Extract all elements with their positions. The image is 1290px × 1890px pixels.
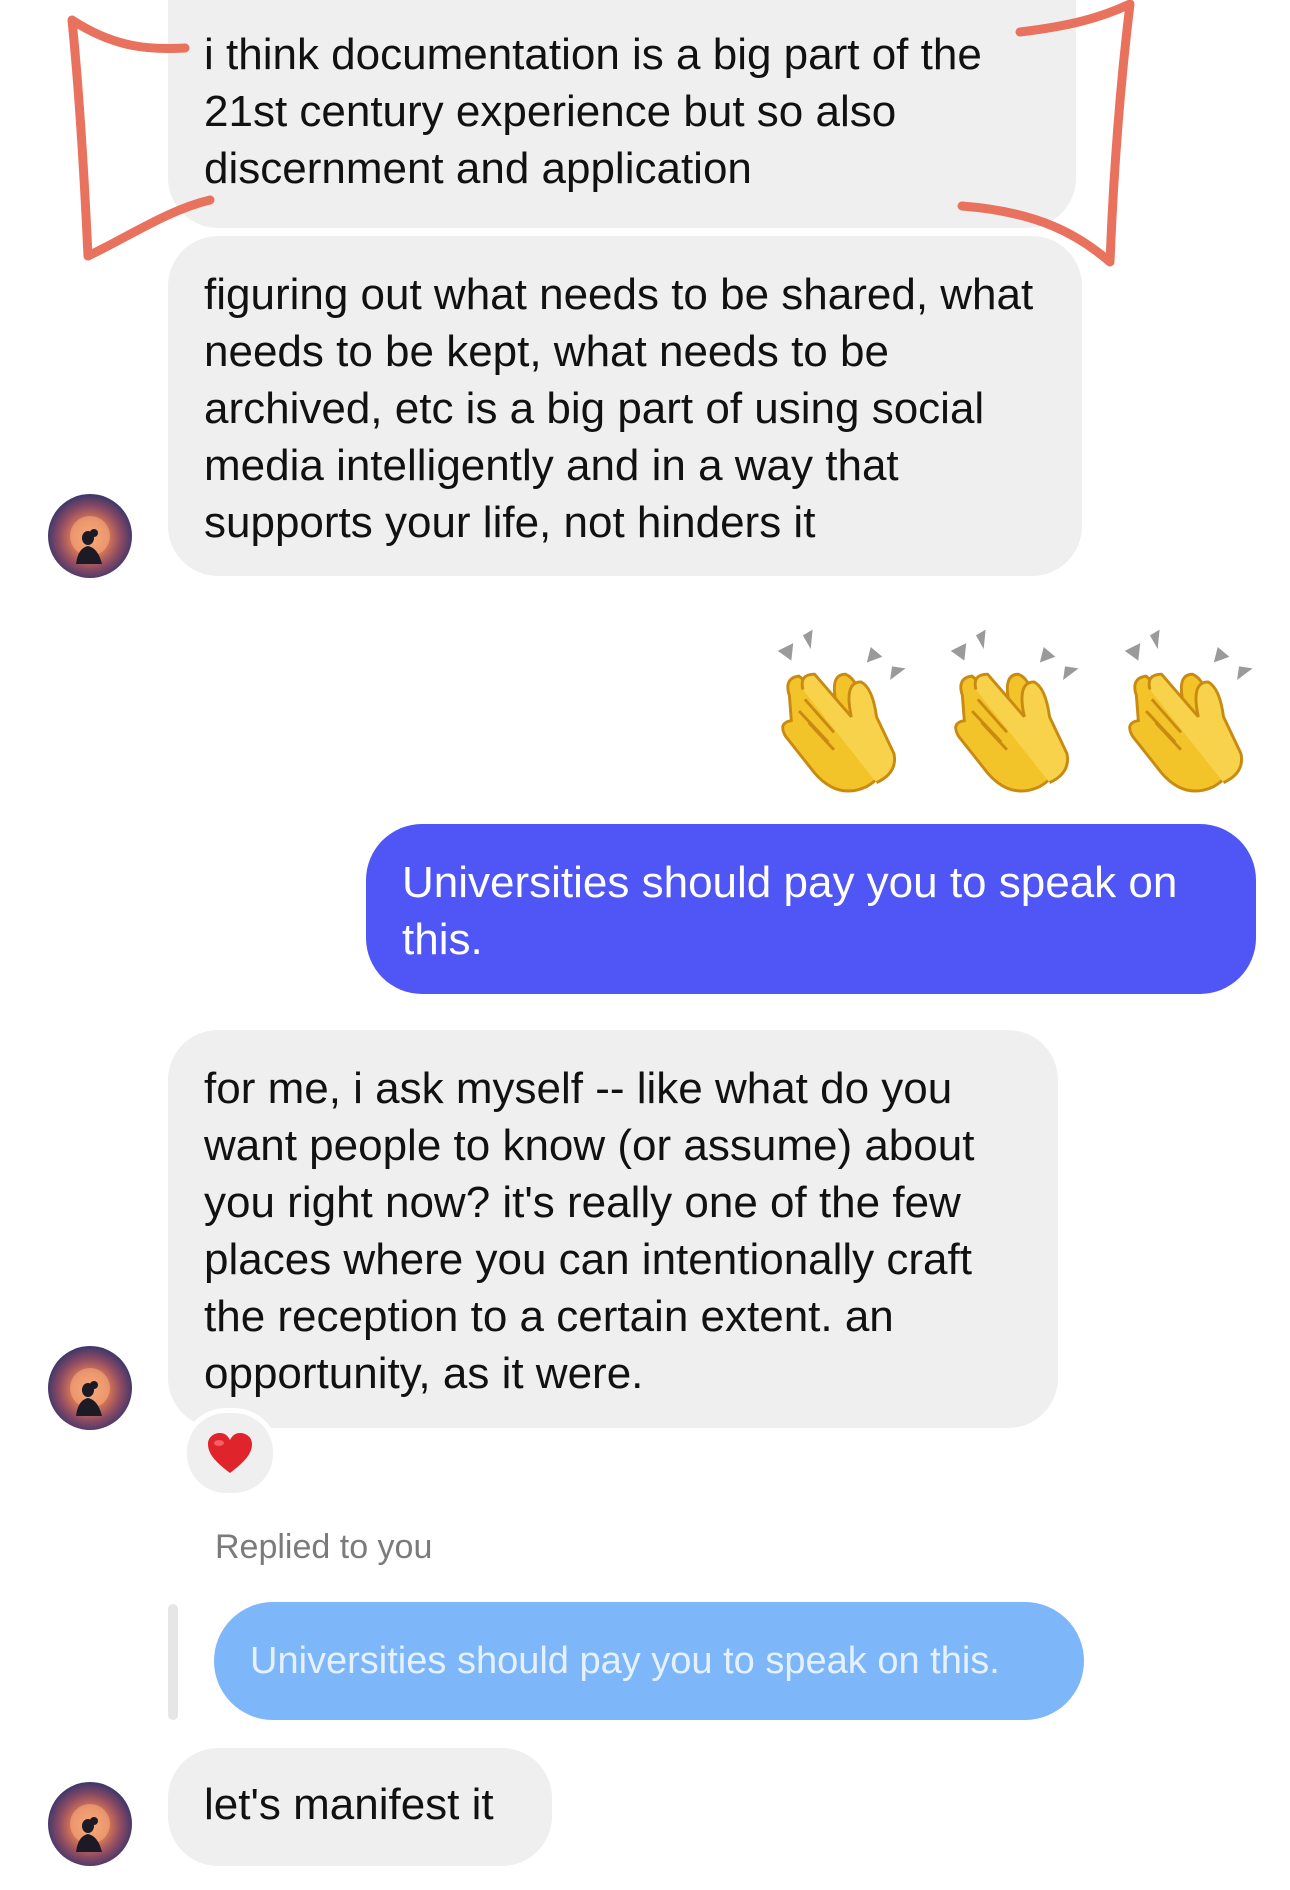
message-text: for me, i ask myself -- like what do you… <box>204 1064 975 1398</box>
clap-emoji-message[interactable] <box>770 625 1260 795</box>
message-bubble-incoming[interactable]: let's manifest it <box>168 1748 552 1866</box>
reply-indicator-bar <box>168 1604 178 1720</box>
replied-to-label: Replied to you <box>215 1528 433 1566</box>
clapping-hands-icon <box>777 629 906 793</box>
reaction-badge[interactable] <box>182 1408 278 1498</box>
clapping-hands-icon <box>1124 629 1253 793</box>
message-text: figuring out what needs to be shared, wh… <box>204 270 1034 547</box>
sender-avatar[interactable] <box>48 1346 132 1430</box>
message-bubble-incoming[interactable]: figuring out what needs to be shared, wh… <box>168 236 1082 576</box>
sender-avatar[interactable] <box>48 1782 132 1866</box>
sender-avatar[interactable] <box>48 494 132 578</box>
quoted-message[interactable]: Universities should pay you to speak on … <box>214 1602 1084 1720</box>
profile-avatar-icon <box>70 1804 110 1852</box>
message-bubble-incoming[interactable]: for me, i ask myself -- like what do you… <box>168 1030 1058 1428</box>
message-text: i think documentation is a big part of t… <box>204 30 982 193</box>
message-bubble-incoming[interactable]: i think documentation is a big part of t… <box>168 0 1076 228</box>
message-text: let's manifest it <box>204 1780 494 1829</box>
profile-avatar-icon <box>70 516 110 564</box>
message-text: Universities should pay you to speak on … <box>402 858 1178 964</box>
profile-avatar-icon <box>70 1368 110 1416</box>
message-bubble-outgoing[interactable]: Universities should pay you to speak on … <box>366 824 1256 994</box>
red-heart-icon <box>208 1433 252 1473</box>
clapping-hands-icon <box>951 629 1079 793</box>
